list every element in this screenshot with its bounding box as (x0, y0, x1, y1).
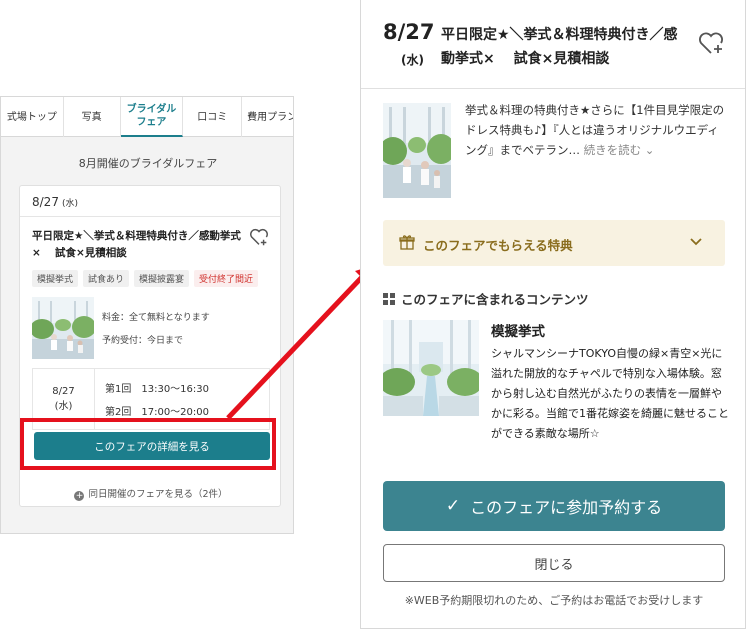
tab-bridal-fair[interactable]: ブライダル フェア (120, 97, 184, 137)
month-title: 8月開催のブライダルフェア (78, 157, 218, 170)
highlight-box (20, 418, 276, 470)
modal-date: 8/27 (383, 20, 435, 44)
benefit-label: このフェアでもらえる特典 (423, 238, 573, 253)
reservation-note: ※WEB予約期限切れのため、ご予約はお電話でお受けします (404, 594, 704, 607)
tab-label: ブライダル フェア (126, 104, 177, 128)
modal-weekday: (水) (401, 53, 424, 67)
tab-reviews[interactable]: 口コミ (183, 97, 243, 137)
benefit-accordion[interactable]: このフェアでもらえる特典 (383, 220, 725, 266)
date-text: 8/27 (32, 195, 59, 209)
divider (20, 216, 280, 217)
tab-label: 式場トップ (6, 111, 57, 123)
content-title: 模擬挙式 (491, 324, 545, 340)
read-more-text: 続きを読む (583, 143, 642, 157)
fair-title[interactable]: 平日限定★＼挙式＆料理特典付き／感動挙式× 試食×見積相談 (32, 228, 242, 262)
fair-description: 挙式＆料理の特典付き★さらに【1件目見学限定のドレス特典も♪】『人とは違うオリジ… (465, 100, 725, 160)
chapel-photo (383, 103, 451, 198)
deadline-tag: 受付終了間近 (194, 270, 259, 287)
time-slot-2: 第2回 17:00〜20:00 (105, 407, 209, 418)
read-more-link[interactable]: 続きを読む ⌄ (584, 143, 655, 157)
chevron-down-icon (690, 238, 702, 246)
tab-label: 費用プラン (247, 111, 294, 123)
contents-heading-text: このフェアに含まれるコンテンツ (401, 292, 589, 307)
close-button[interactable]: 閉じる (383, 544, 725, 582)
grid-icon (383, 293, 395, 305)
heart-plus-icon[interactable] (248, 226, 270, 248)
card-date: 8/27 (水) (32, 195, 78, 209)
tab-venue-top[interactable]: 式場トップ (1, 97, 64, 137)
tag-list: 模擬挙式 試食あり 模擬披露宴 受付終了間近 (32, 270, 259, 287)
chapel-photo (32, 297, 94, 359)
heart-plus-icon[interactable] (697, 30, 725, 56)
time-slot-1: 第1回 13:30〜16:30 (105, 384, 209, 395)
check-icon: ✓ (445, 496, 461, 516)
tab-label: 写真 (81, 111, 102, 123)
gift-icon (399, 235, 415, 250)
schedule-date-text: 8/27 (52, 386, 75, 397)
tab-label: 口コミ (197, 111, 228, 123)
tag: 模擬挙式 (32, 270, 79, 287)
tab-cost-plan[interactable]: 費用プラン (242, 97, 294, 137)
schedule-weekday-text: (水) (54, 401, 73, 412)
tag: 模擬披露宴 (134, 270, 190, 287)
tab-photos[interactable]: 写真 (64, 97, 121, 137)
tag: 試食あり (83, 270, 130, 287)
divider (361, 88, 745, 89)
modal-fair-title: 平日限定★＼挙式＆料理特典付き／感動挙式× 試食×見積相談 (441, 27, 678, 67)
contents-heading: このフェアに含まれるコンテンツ (383, 289, 589, 308)
fee-text: 料金：全て無料となります (102, 313, 210, 323)
reserve-fair-button[interactable]: ✓ このフェアに参加予約する (383, 481, 725, 531)
same-day-fairs-link[interactable]: + 同日開催のフェアを見る（2件） (20, 486, 280, 501)
tab-bar: 式場トップ 写真 ブライダル フェア 口コミ 費用プラン (1, 97, 294, 137)
deadline-text: 予約受付：今日まで (102, 336, 184, 346)
content-description: シャルマンシーナTOKYO自慢の緑×青空×光に溢れた開放的なチャペルで特別な入場… (491, 347, 729, 440)
plus-circle-icon: + (74, 491, 85, 501)
weekday-text: (水) (61, 199, 78, 209)
reserve-button-label: このフェアに参加予約する (470, 498, 663, 517)
fair-detail-modal: 8/27 (水) 平日限定★＼挙式＆料理特典付き／感動挙式× 試食×見積相談 挙… (360, 0, 746, 629)
same-day-link-text: 同日開催のフェアを見る（2件） (88, 489, 228, 500)
mock-ceremony-photo (383, 320, 479, 416)
